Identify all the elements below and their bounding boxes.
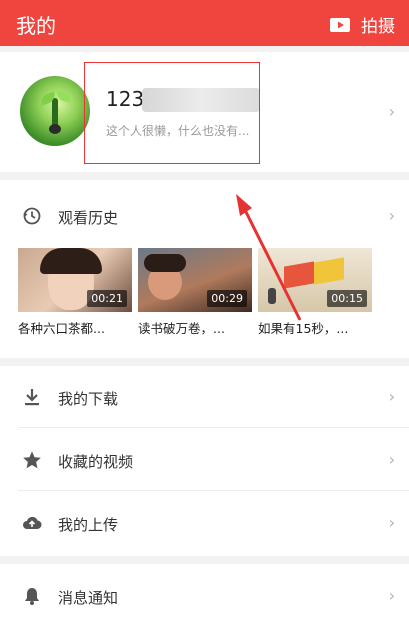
- uploads-label: 我的上传: [58, 516, 119, 534]
- video-duration: 00:29: [207, 290, 247, 307]
- chevron-right-icon: ›: [388, 450, 395, 469]
- shoot-button[interactable]: 拍摄: [329, 12, 395, 37]
- annotation-box: [84, 62, 260, 164]
- profile-card[interactable]: 123 这个人很懒，什么也没有... ›: [0, 52, 409, 172]
- menu-list: 我的下载 › 收藏的视频 › 我的上传 ›: [0, 366, 409, 556]
- video-duration: 00:21: [87, 290, 127, 307]
- chevron-right-icon: ›: [388, 586, 395, 605]
- chevron-right-icon: ›: [388, 387, 395, 406]
- chevron-right-icon: ›: [388, 102, 395, 121]
- history-thumbnails: 00:21 各种六口茶都... 00:29 读书破万卷，... 00:15 如果…: [18, 248, 372, 337]
- shoot-label: 拍摄: [361, 17, 395, 37]
- video-caption: 各种六口茶都...: [18, 321, 105, 336]
- video-thumbnail: 00:21: [18, 248, 132, 312]
- history-video-1[interactable]: 00:21 各种六口茶都...: [18, 248, 132, 337]
- star-icon: [23, 451, 41, 469]
- notifications-label: 消息通知: [58, 589, 119, 607]
- video-duration: 00:15: [327, 290, 367, 307]
- watch-history-label: 观看历史: [58, 209, 119, 227]
- history-clock-icon: [23, 207, 41, 225]
- download-icon: [25, 389, 39, 406]
- menu-item-uploads[interactable]: 我的上传 ›: [0, 492, 409, 554]
- video-caption: 如果有15秒，...: [258, 321, 349, 336]
- menu-item-notifications[interactable]: 消息通知 ›: [0, 564, 409, 624]
- video-caption: 读书破万卷，...: [138, 321, 225, 336]
- menu-item-favorites[interactable]: 收藏的视频 ›: [0, 429, 409, 491]
- favorites-label: 收藏的视频: [58, 453, 134, 471]
- menu-item-downloads[interactable]: 我的下载 ›: [0, 366, 409, 428]
- top-bar: 我的 拍摄: [0, 0, 409, 46]
- bell-icon: [25, 588, 39, 605]
- downloads-label: 我的下载: [58, 390, 119, 408]
- video-thumbnail: 00:15: [258, 248, 372, 312]
- chevron-right-icon: ›: [388, 206, 395, 225]
- chevron-right-icon: ›: [388, 513, 395, 532]
- watch-history-section: 观看历史 › 00:21 各种六口茶都... 00:29 读书破万卷，... 0…: [0, 180, 409, 358]
- history-video-3[interactable]: 00:15 如果有15秒，...: [258, 248, 372, 337]
- video-camera-icon: [330, 17, 350, 32]
- avatar[interactable]: [20, 76, 90, 146]
- page-title: 我的: [16, 14, 56, 38]
- cloud-upload-icon: [23, 516, 42, 530]
- video-thumbnail: 00:29: [138, 248, 252, 312]
- history-video-2[interactable]: 00:29 读书破万卷，...: [138, 248, 252, 337]
- watch-history-row[interactable]: 观看历史 ›: [0, 180, 409, 230]
